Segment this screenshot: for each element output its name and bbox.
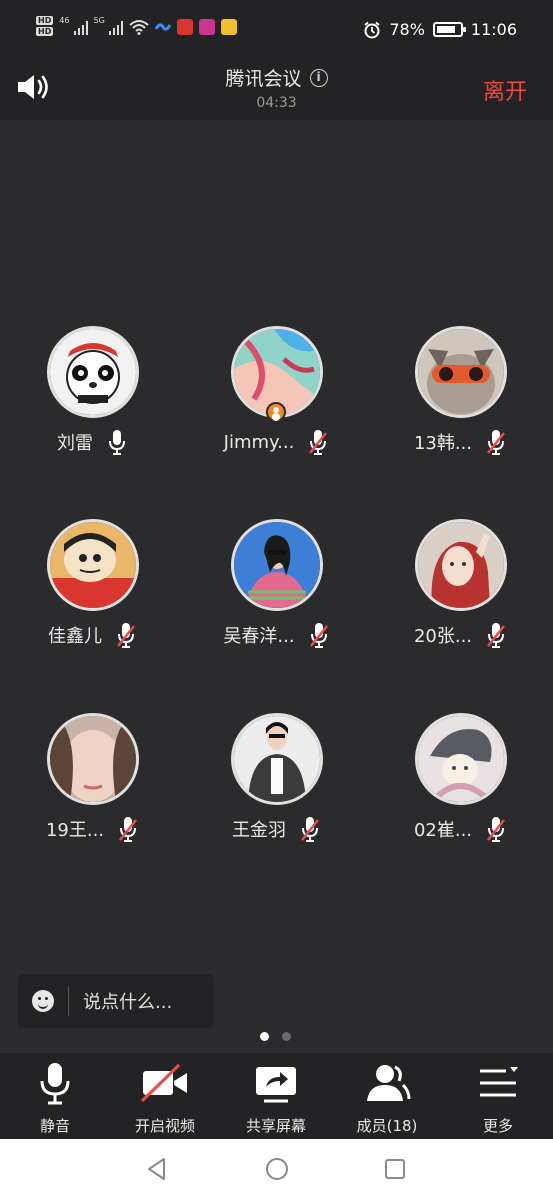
status-right: 78% 11:06 bbox=[363, 20, 517, 39]
mic-muted-icon bbox=[301, 817, 319, 842]
app-icon bbox=[198, 19, 215, 35]
weibo-app-icon bbox=[220, 19, 237, 35]
network-label-1: 46 bbox=[59, 16, 70, 25]
back-icon[interactable] bbox=[144, 1156, 170, 1182]
menu-icon bbox=[480, 1067, 518, 1097]
participant-tile[interactable]: 20张... bbox=[368, 519, 552, 659]
avatar bbox=[47, 326, 139, 418]
chat-input-box[interactable]: 说点什么... bbox=[18, 974, 213, 1028]
avatar bbox=[47, 519, 139, 611]
mic-muted-icon bbox=[309, 430, 328, 455]
participant-name: 20张... bbox=[413, 626, 473, 647]
recents-icon[interactable] bbox=[382, 1156, 408, 1182]
recorder-app-icon bbox=[176, 19, 193, 35]
signal-icon bbox=[73, 19, 88, 35]
avatar bbox=[415, 326, 507, 418]
info-icon[interactable]: i bbox=[309, 68, 328, 87]
avatar bbox=[231, 713, 323, 805]
participant-tile[interactable]: 佳鑫儿 bbox=[0, 519, 184, 659]
participant-name-row: 02崔... bbox=[368, 816, 552, 842]
mic-icon bbox=[109, 430, 125, 455]
participant-name: Jimmy... bbox=[223, 431, 295, 453]
more-button[interactable]: 更多 bbox=[443, 1061, 553, 1136]
meeting-title: 腾讯会议 bbox=[225, 68, 302, 90]
bottom-toolbar: 静音 开启视频 共享屏幕 成员(18) 更多 bbox=[0, 1053, 553, 1139]
participant-name-row: 刘雷 bbox=[0, 429, 184, 455]
participant-tile[interactable]: 刘雷 bbox=[0, 326, 184, 466]
meeting-title-row[interactable]: 腾讯会议 i bbox=[225, 64, 328, 91]
participant-name-row: 13韩... bbox=[368, 429, 552, 455]
avatar bbox=[231, 519, 323, 611]
participant-name: 02崔... bbox=[413, 820, 473, 841]
participant-name: 刘雷 bbox=[57, 433, 93, 454]
app-icon-meeting bbox=[154, 23, 171, 31]
more-label: 更多 bbox=[482, 1117, 513, 1135]
video-off-icon bbox=[140, 1063, 187, 1103]
meeting-header: 腾讯会议 i 04:33 离开 bbox=[0, 60, 553, 120]
participant-name: 13韩... bbox=[413, 433, 473, 454]
participant-tile[interactable]: 19王... bbox=[0, 713, 184, 853]
mic-muted-icon bbox=[487, 817, 505, 842]
page-dot-active[interactable] bbox=[260, 1032, 269, 1041]
participant-name: 19王... bbox=[45, 820, 105, 841]
members-icon bbox=[367, 1065, 411, 1101]
participant-name-row: 佳鑫儿 bbox=[0, 622, 184, 648]
participant-name-row: Jimmy... bbox=[184, 429, 368, 455]
participant-name-row: 吴春洋... bbox=[184, 622, 368, 648]
avatar bbox=[415, 713, 507, 805]
mic-muted-icon bbox=[309, 623, 328, 648]
battery-icon bbox=[432, 22, 466, 37]
start-video-label: 开启视频 bbox=[134, 1117, 195, 1135]
mute-button[interactable]: 静音 bbox=[0, 1061, 110, 1136]
signal-icon-2 bbox=[108, 19, 123, 35]
chat-placeholder: 说点什么... bbox=[83, 992, 173, 1013]
share-screen-button[interactable]: 共享屏幕 bbox=[221, 1061, 331, 1136]
emoji-icon[interactable] bbox=[32, 990, 54, 1012]
participant-name-row: 20张... bbox=[368, 622, 552, 648]
mic-muted-icon bbox=[487, 623, 505, 648]
status-bar: HD HD 46 5G 78% 11:06 bbox=[0, 0, 553, 60]
participant-name: 吴春洋... bbox=[223, 626, 295, 647]
battery-percent: 78% bbox=[389, 20, 425, 39]
wifi-icon bbox=[129, 20, 149, 35]
hd-icon: HD HD bbox=[36, 16, 54, 36]
participant-name: 王金羽 bbox=[232, 820, 286, 841]
share-screen-icon bbox=[256, 1067, 296, 1103]
meeting-timer: 04:33 bbox=[256, 95, 297, 111]
participant-name-row: 19王... bbox=[0, 816, 184, 842]
page-indicator bbox=[260, 1032, 291, 1041]
participant-tile[interactable]: Jimmy... bbox=[184, 326, 368, 466]
participant-tile[interactable]: 02崔... bbox=[368, 713, 552, 853]
alarm-icon bbox=[364, 21, 380, 38]
members-label: 成员(18) bbox=[356, 1117, 418, 1135]
host-badge-icon bbox=[266, 402, 286, 422]
share-screen-label: 共享屏幕 bbox=[245, 1117, 306, 1135]
members-button[interactable]: 成员(18) bbox=[332, 1061, 442, 1136]
network-label-2: 5G bbox=[93, 16, 105, 25]
participant-tile[interactable]: 吴春洋... bbox=[184, 519, 368, 659]
page-dot[interactable] bbox=[282, 1032, 291, 1041]
title-area: 腾讯会议 i 04:33 bbox=[0, 64, 553, 111]
mic-muted-icon bbox=[119, 817, 137, 842]
status-left: HD HD 46 5G bbox=[36, 16, 237, 38]
divider bbox=[68, 986, 69, 1016]
home-icon[interactable] bbox=[264, 1156, 290, 1182]
participant-name: 佳鑫儿 bbox=[48, 626, 102, 647]
participant-name-row: 王金羽 bbox=[184, 816, 368, 842]
avatar bbox=[47, 713, 139, 805]
mic-muted-icon bbox=[487, 430, 505, 455]
microphone-icon bbox=[40, 1063, 70, 1105]
avatar bbox=[415, 519, 507, 611]
leave-button[interactable]: 离开 bbox=[483, 74, 527, 106]
clock: 11:06 bbox=[470, 20, 517, 39]
participant-tile[interactable]: 13韩... bbox=[368, 326, 552, 466]
mute-label: 静音 bbox=[39, 1117, 70, 1135]
start-video-button[interactable]: 开启视频 bbox=[110, 1061, 220, 1136]
system-nav-bar bbox=[0, 1139, 553, 1199]
mic-muted-icon bbox=[117, 623, 135, 648]
participant-tile[interactable]: 王金羽 bbox=[184, 713, 368, 853]
